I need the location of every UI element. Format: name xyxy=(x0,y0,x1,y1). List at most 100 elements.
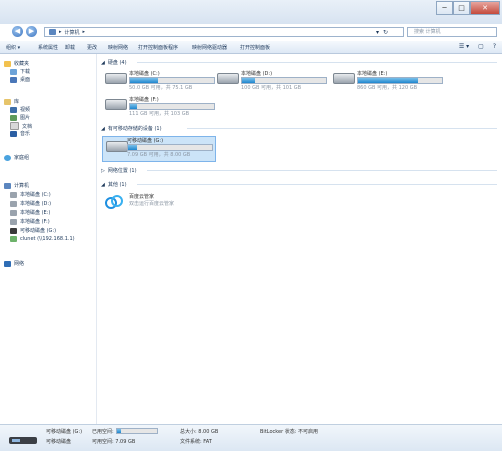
hard-drive-icon xyxy=(333,73,355,84)
group-header-removable[interactable]: ◢ 有可移动存储的设备 (1) xyxy=(101,125,162,133)
group-title: 网络位置 (1) xyxy=(107,168,137,174)
drive-tile-c[interactable]: 本地磁盘 (C:) 50.0 GB 可用，共 75.1 GB xyxy=(105,70,215,92)
nav-music[interactable]: 音乐 xyxy=(10,130,30,137)
nav-videos-label: 视频 xyxy=(20,107,31,113)
close-button[interactable]: ✕ xyxy=(470,1,500,15)
drive-tile-f[interactable]: 本地磁盘 (F:) 111 GB 可用，共 103 GB xyxy=(105,96,215,118)
homegroup-icon xyxy=(4,154,11,161)
breadcrumb-separator[interactable]: ▸ xyxy=(83,29,86,35)
nav-computer[interactable]: 计算机 xyxy=(4,182,29,189)
collapse-icon: ◢ xyxy=(101,125,105,132)
collapse-icon: ◢ xyxy=(101,181,105,188)
nav-drive-d[interactable]: 本地磁盘 (D:) xyxy=(10,200,51,207)
breadcrumb-computer[interactable]: 计算机 xyxy=(65,29,80,36)
hard-drive-icon xyxy=(10,191,17,198)
organize-button[interactable]: 组织 ▾ xyxy=(6,44,20,51)
network-drive-icon xyxy=(10,236,17,242)
drive-name: 本地磁盘 (F:) xyxy=(129,97,159,103)
nav-homegroup-label: 家庭组 xyxy=(14,155,30,161)
address-dropdown-icon[interactable]: ▾ xyxy=(376,29,379,36)
group-divider xyxy=(137,184,497,185)
group-header-network-location[interactable]: ▷ 网络位置 (1) xyxy=(101,167,137,175)
nav-drive-e[interactable]: 本地磁盘 (E:) xyxy=(10,209,50,216)
collapse-icon: ▷ xyxy=(101,167,105,174)
nav-desktop[interactable]: 桌面 xyxy=(10,76,30,83)
nav-downloads[interactable]: 下载 xyxy=(10,68,30,75)
drive-tile-g[interactable]: 可移动磁盘 (G:) 7.09 GB 可用，共 8.00 GB xyxy=(102,136,216,162)
computer-icon xyxy=(4,182,11,189)
nav-libraries-label: 库 xyxy=(14,99,20,105)
nav-network[interactable]: 网络 xyxy=(4,260,24,267)
item-description: 双击运行百度云管家 xyxy=(129,201,175,207)
uninstall-button[interactable]: 卸载 xyxy=(65,44,75,51)
hard-drive-icon xyxy=(105,99,127,110)
preview-pane-icon[interactable]: ▢ xyxy=(478,43,484,50)
drive-tile-d[interactable]: 本地磁盘 (D:) 100 GB 可用，共 101 GB xyxy=(217,70,327,92)
drive-size: 100 GB 可用，共 101 GB xyxy=(241,85,302,91)
nav-downloads-label: 下载 xyxy=(20,69,31,75)
document-icon xyxy=(10,122,19,130)
hard-drive-icon xyxy=(217,73,239,84)
open-control-panel-programs-button[interactable]: 打开控制面板程序 xyxy=(138,44,178,51)
nav-videos[interactable]: 视频 xyxy=(10,106,30,113)
navigation-pane: 收藏夹 下载 桌面 库 视频 图片 文档 音乐 家庭组 计算机 本地磁盘 (C:… xyxy=(0,54,97,424)
system-properties-button[interactable]: 系统属性 xyxy=(38,44,58,51)
drive-size: 111 GB 可用，共 103 GB xyxy=(129,111,190,117)
nav-network-share[interactable]: clunet (\\192.168.1.1) xyxy=(10,236,75,242)
group-divider xyxy=(187,128,497,129)
details-usage-bar xyxy=(116,428,158,434)
open-control-panel-button[interactable]: 打开控制面板 xyxy=(240,44,270,51)
content-area: ◢ 硬盘 (4) 本地磁盘 (C:) 50.0 GB 可用，共 75.1 GB … xyxy=(97,54,502,424)
removable-drive-icon xyxy=(106,141,128,152)
nav-drive-c[interactable]: 本地磁盘 (C:) xyxy=(10,191,51,198)
nav-pictures[interactable]: 图片 xyxy=(10,114,30,121)
nav-homegroup[interactable]: 家庭组 xyxy=(4,154,29,161)
address-bar[interactable]: ▸ 计算机 ▸ xyxy=(44,27,404,37)
help-icon[interactable]: ? xyxy=(493,43,496,50)
minimize-button[interactable]: ─ xyxy=(436,1,453,15)
toolbar-right: ☰ ▾ ▢ ? xyxy=(459,43,496,50)
nav-drive-label: 本地磁盘 (F:) xyxy=(20,219,50,225)
picture-icon xyxy=(10,114,17,121)
group-title: 其他 (1) xyxy=(107,182,127,188)
drive-usage-fill xyxy=(242,78,256,83)
network-icon xyxy=(4,260,11,267)
baidu-cloud-item[interactable]: 百度云管家 双击运行百度云管家 xyxy=(105,193,215,215)
back-button[interactable]: ◀ xyxy=(12,26,23,37)
drive-usage-fill xyxy=(130,78,158,83)
maximize-button[interactable]: □ xyxy=(453,1,470,15)
details-used-label: 已用空间: xyxy=(92,429,114,435)
nav-drive-label: 本地磁盘 (D:) xyxy=(20,201,52,207)
group-header-hard-drives[interactable]: ◢ 硬盘 (4) xyxy=(101,59,127,67)
item-name: 百度云管家 xyxy=(129,194,155,200)
nav-drive-label: 可移动磁盘 (G:) xyxy=(20,228,57,234)
drive-usage-bar xyxy=(129,77,215,84)
nav-favorites[interactable]: 收藏夹 xyxy=(4,60,29,67)
change-button[interactable]: 更改 xyxy=(87,44,97,51)
drive-name: 可移动磁盘 (G:) xyxy=(127,138,164,144)
nav-drive-f[interactable]: 本地磁盘 (F:) xyxy=(10,218,50,225)
group-header-other[interactable]: ◢ 其他 (1) xyxy=(101,181,127,189)
collapse-icon: ◢ xyxy=(101,59,105,66)
desktop-icon xyxy=(10,76,17,83)
view-options-icon[interactable]: ☰ ▾ xyxy=(459,43,469,50)
search-input[interactable]: 搜索 计算机 xyxy=(407,27,497,37)
drive-usage-fill xyxy=(358,78,419,83)
nav-drive-g[interactable]: 可移动磁盘 (G:) xyxy=(10,227,56,234)
drive-tile-e[interactable]: 本地磁盘 (E:) 860 GB 可用，共 120 GB xyxy=(333,70,443,92)
map-network-button[interactable]: 映射网络 xyxy=(108,44,128,51)
nav-drive-label: 本地磁盘 (E:) xyxy=(20,210,51,216)
window-controls: ─ □ ✕ xyxy=(436,1,500,15)
removable-drive-icon xyxy=(9,437,37,444)
nav-documents[interactable]: 文档 xyxy=(10,122,32,130)
details-free-space: 可用空间: 7.09 GB xyxy=(92,439,136,445)
nav-libraries[interactable]: 库 xyxy=(4,98,19,105)
breadcrumb-separator[interactable]: ▸ xyxy=(59,29,62,35)
map-network-drive-button[interactable]: 映射网络驱动器 xyxy=(192,44,227,51)
group-title: 有可移动存储的设备 (1) xyxy=(107,126,162,132)
details-name: 可移动磁盘 (G:) xyxy=(46,429,83,435)
forward-button[interactable]: ▶ xyxy=(26,26,37,37)
drive-usage-bar xyxy=(129,103,215,110)
hard-drive-icon xyxy=(105,73,127,84)
refresh-icon[interactable]: ↻ xyxy=(383,29,388,36)
